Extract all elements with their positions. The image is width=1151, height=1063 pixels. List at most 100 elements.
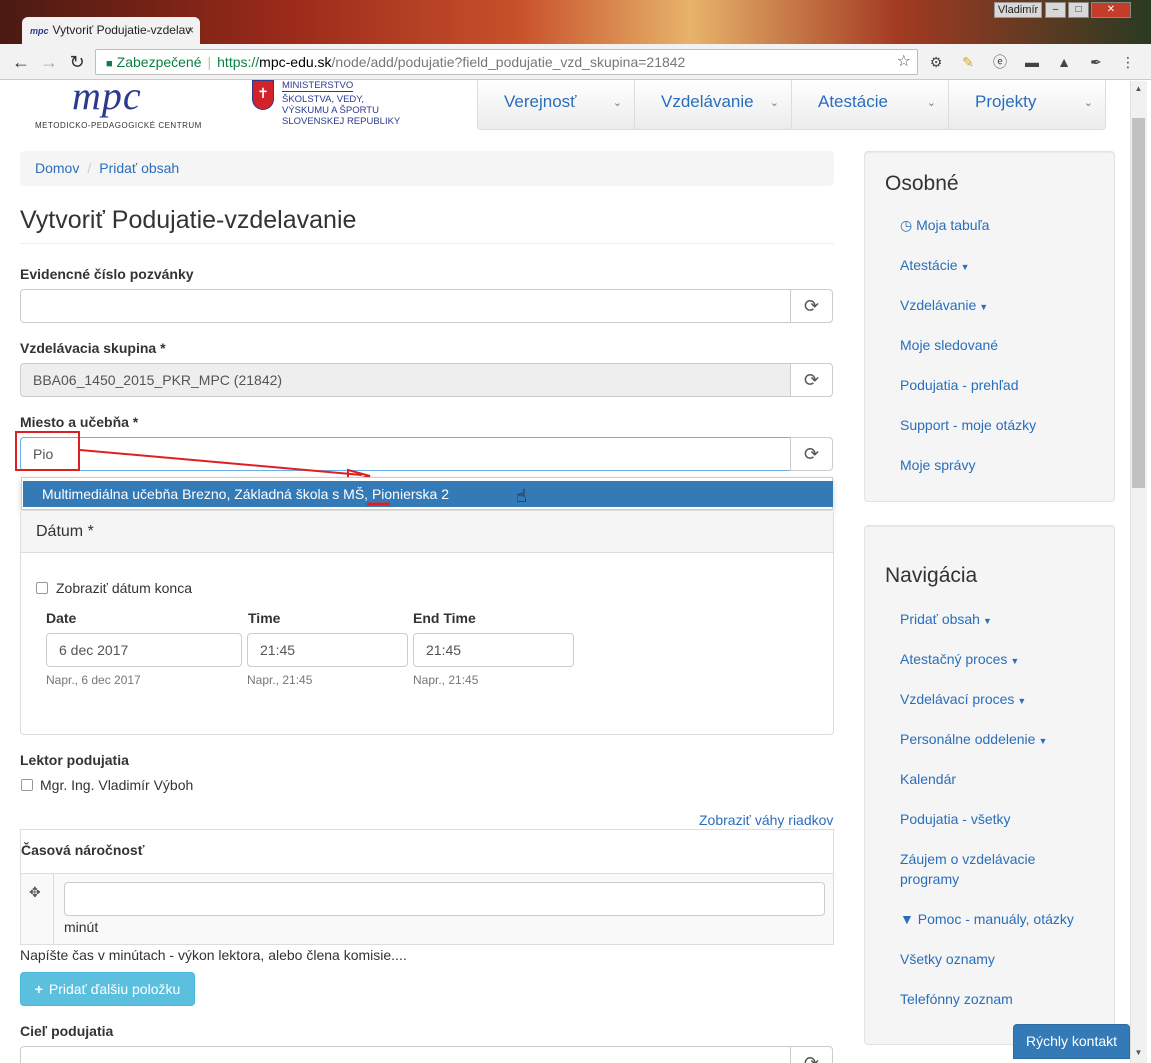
sidebar-item-atestacie[interactable]: Atestácie ▼ — [900, 255, 970, 277]
extension-e-icon[interactable]: ⓔ — [990, 52, 1010, 72]
breadcrumb-home[interactable]: Domov — [35, 160, 79, 176]
autocomplete-option[interactable]: Multimediálna učebňa Brezno, Základná šk… — [23, 481, 833, 507]
breadcrumb-add-content[interactable]: Pridať obsah — [99, 160, 179, 176]
minimize-icon[interactable]: – — [1045, 2, 1066, 18]
date-input[interactable]: 6 dec 2017 — [46, 633, 242, 667]
sidebar-item-podujatia-vsetky[interactable]: Podujatia - všetky — [900, 809, 1011, 829]
nav-projekty[interactable]: Projekty ⌄ — [949, 80, 1105, 129]
sidebar-item-label: Pomoc - manuály, otázky — [917, 911, 1074, 927]
hand-cursor-icon: ☝ — [516, 486, 527, 506]
time-input[interactable]: 21:45 — [247, 633, 408, 667]
url-scheme: https:// — [217, 54, 260, 70]
browser-toolbar: ← → ↻ ■ Zabezpečené | https://mpc-edu.sk/no… — [0, 44, 1151, 80]
casova-table: Časová náročnosť ✥ minút — [20, 829, 834, 945]
scroll-up-icon[interactable]: ▲ — [1132, 84, 1145, 93]
sidebar-item-podujatia-prehlad[interactable]: Podujatia - prehľad — [900, 375, 1019, 395]
window-close-icon[interactable]: ✕ — [1091, 2, 1131, 18]
highlighter-icon[interactable]: ✎ — [958, 52, 978, 72]
sidebar-item-zaujem[interactable]: Záujem o vzdelávacie programy — [900, 849, 1035, 889]
sidebar-item-atestacny-proces[interactable]: Atestačný proces ▼ — [900, 649, 1019, 671]
drag-handle-icon[interactable]: ✥ — [29, 884, 41, 901]
show-end-date-checkbox[interactable] — [36, 582, 48, 594]
autocomplete-dropdown: Multimediálna učebňa Brezno, Základná šk… — [21, 477, 833, 510]
sidebar-item-vzdelavanie[interactable]: Vzdelávanie ▼ — [900, 295, 988, 317]
lektor-checkbox[interactable] — [21, 779, 33, 791]
sidebar-item-support[interactable]: Support - moje otázky — [900, 415, 1036, 435]
show-row-weights-link[interactable]: Zobraziť váhy riadkov — [699, 812, 833, 828]
scroll-down-icon[interactable]: ▼ — [1132, 1048, 1145, 1057]
scrollbar-thumb[interactable] — [1132, 118, 1145, 488]
pdf-icon[interactable]: ▲ — [1054, 52, 1074, 72]
sidebar-item-vsetky-oznamy[interactable]: Všetky oznamy — [900, 949, 995, 969]
nav-label: Projekty — [975, 92, 1037, 111]
caret-down-icon: ▼ — [979, 302, 989, 312]
url-host: mpc-edu.sk — [259, 54, 332, 70]
end-time-input[interactable]: 21:45 — [413, 633, 574, 667]
nav-label: Verejnosť — [504, 92, 577, 111]
nav-label: Vzdelávanie — [661, 92, 754, 111]
evidencne-refresh-icon[interactable]: ⟳ — [790, 289, 833, 323]
reload-icon[interactable]: ↻ — [66, 51, 88, 73]
sidebar-item-pridat-obsah[interactable]: Pridať obsah ▼ — [900, 609, 992, 631]
chevron-down-icon: ⌄ — [769, 97, 779, 109]
breadcrumb-separator: / — [87, 160, 92, 176]
sidebar-item-vzdelavaci-proces[interactable]: Vzdelávací proces ▼ — [900, 689, 1026, 711]
sidebar-item-label: Atestačný proces — [900, 651, 1008, 667]
plus-icon: + — [34, 981, 43, 997]
mpc-logo[interactable]: mpc — [72, 72, 142, 119]
tab-title: Vytvoriť Podujatie-vzdelav — [52, 23, 192, 37]
feather-icon[interactable]: ✒ — [1086, 52, 1106, 72]
breadcrumb: Domov / Pridať obsah — [20, 151, 834, 186]
maximize-icon[interactable]: □ — [1068, 2, 1089, 18]
sidebar-item-label: Záujem o vzdelávacie — [900, 851, 1036, 867]
sidebar-item-kalendar[interactable]: Kalendár — [900, 769, 956, 789]
sidebar-item-label: Personálne oddelenie — [900, 731, 1036, 747]
quick-contact-button[interactable]: Rýchly kontakt — [1013, 1024, 1130, 1059]
nav-vzdelavanie[interactable]: Vzdelávanie ⌄ — [635, 80, 792, 129]
sidebar-item-personalne[interactable]: Personálne oddelenie ▼ — [900, 729, 1047, 751]
settings-gear-icon[interactable]: ⚙ — [926, 52, 946, 72]
ciel-refresh-icon[interactable]: ⟳ — [790, 1046, 833, 1063]
address-bar[interactable]: ■ Zabezpečené | https://mpc-edu.sk/node/add… — [95, 49, 918, 75]
caret-down-icon: ▼ — [982, 616, 992, 626]
extension-bar-icon[interactable]: ▬ — [1022, 52, 1042, 72]
sidebar-item-moje-sledovane[interactable]: Moje sledované — [900, 335, 998, 355]
sidebar-navigacia-title: Navigácia — [885, 564, 978, 587]
add-item-button[interactable]: + Pridať ďalšiu položku — [20, 972, 195, 1006]
sidebar-item-label: programy — [900, 871, 960, 887]
miesto-refresh-icon[interactable]: ⟳ — [790, 437, 833, 471]
sidebar-item-pomoc[interactable]: ▼ Pomoc - manuály, otázky — [900, 909, 1074, 929]
browser-menu-icon[interactable]: ⋮ — [1118, 52, 1138, 72]
chevron-down-icon: ⌄ — [612, 97, 622, 109]
miesto-input[interactable]: Pio — [20, 437, 791, 471]
nav-atestacie[interactable]: Atestácie ⌄ — [792, 80, 949, 129]
lektor-option-label: Mgr. Ing. Vladimír Výboh — [40, 777, 194, 793]
tab-close-icon[interactable]: × — [187, 17, 194, 44]
dashboard-icon: ◷ — [900, 217, 917, 233]
nav-verejnost[interactable]: Verejnosť ⌄ — [478, 80, 635, 129]
mpc-logo-subtitle: METODICKO-PEDAGOGICKÉ CENTRUM — [35, 121, 202, 130]
sidebar-item-label: Vzdelávací proces — [900, 691, 1015, 707]
slovak-coat-of-arms-icon: ✝ — [252, 80, 274, 110]
forward-icon[interactable]: → — [38, 51, 60, 73]
browser-tab[interactable]: mpc Vytvoriť Podujatie-vzdelav × — [22, 17, 200, 44]
sidebar-item-telefonny-zoznam[interactable]: Telefónny zoznam — [900, 989, 1013, 1009]
skupina-label: Vzdelávacia skupina * — [20, 340, 166, 356]
table-row: ✥ minút — [21, 874, 833, 944]
chevron-down-icon: ⌄ — [926, 97, 936, 109]
sidebar-osobne: Osobné ◷ Moja tabuľa Atestácie ▼ Vzdeláva… — [864, 151, 1115, 502]
casova-input[interactable] — [64, 882, 825, 916]
caret-down-icon: ▼ — [1017, 696, 1027, 706]
ciel-input[interactable] — [20, 1046, 791, 1063]
url-path: /node/add/podujatie?field_podujatie_vzd_… — [331, 54, 686, 70]
window-user-badge[interactable]: Vladimír — [994, 2, 1042, 18]
end-time-hint: Napr., 21:45 — [413, 673, 479, 687]
skupina-refresh-icon[interactable]: ⟳ — [790, 363, 833, 397]
sidebar-item-moja-tabula[interactable]: ◷ Moja tabuľa — [900, 215, 989, 235]
sidebar-item-moje-spravy[interactable]: Moje správy — [900, 455, 975, 475]
sidebar-item-label: Vzdelávanie — [900, 297, 977, 313]
back-icon[interactable]: ← — [10, 51, 32, 73]
evidencne-input[interactable] — [20, 289, 791, 323]
sidebar-item-label: Pridať obsah — [900, 611, 980, 627]
bookmark-star-icon[interactable]: ☆ — [897, 50, 911, 74]
